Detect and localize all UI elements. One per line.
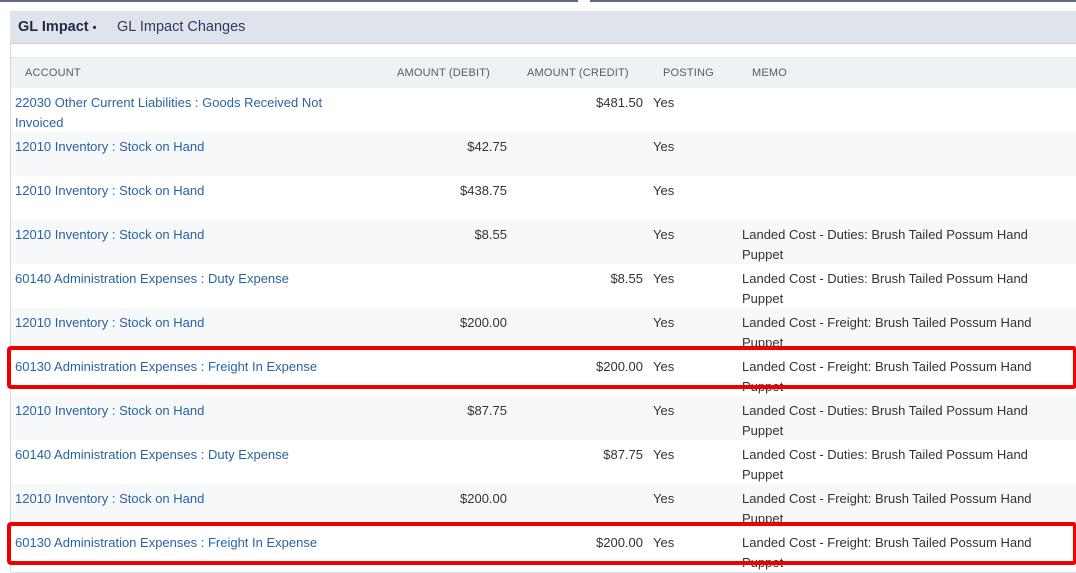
memo-text: Landed Cost - Freight: Brush Tailed Poss… (742, 535, 1032, 570)
table-row: 12010 Inventory : Stock on Hand $200.00 Ye… (11, 308, 1076, 353)
posting-value: Yes (653, 315, 675, 330)
account-link[interactable]: 12010 Inventory : Stock on Hand (15, 225, 355, 245)
memo-text: Landed Cost - Duties: Brush Tailed Possu… (742, 447, 1028, 482)
posting-value: Yes (653, 491, 675, 506)
posting-value: Yes (653, 535, 675, 550)
table-row: 60140 Administration Expenses : Duty Exp… (11, 264, 1076, 309)
posting-value: Yes (653, 447, 675, 462)
top-accent-gap (578, 0, 590, 2)
memo-text: Landed Cost - Duties: Brush Tailed Possu… (742, 271, 1028, 306)
memo-text: Landed Cost - Duties: Brush Tailed Possu… (742, 227, 1028, 262)
posting-value: Yes (653, 359, 675, 374)
column-header-credit[interactable]: AMOUNT (CREDIT) (527, 58, 629, 88)
table-row: 60140 Administration Expenses : Duty Exp… (11, 440, 1076, 485)
debit-amount: $87.75 (467, 403, 507, 418)
posting-value: Yes (653, 183, 675, 198)
account-link[interactable]: 22030 Other Current Liabilities : Goods … (15, 93, 355, 133)
credit-amount: $87.75 (603, 447, 643, 462)
account-link[interactable]: 12010 Inventory : Stock on Hand (15, 489, 355, 509)
table-row: 12010 Inventory : Stock on Hand $8.55 Yes L… (11, 220, 1076, 265)
debit-amount: $8.55 (474, 227, 507, 242)
account-link[interactable]: 60140 Administration Expenses : Duty Exp… (15, 269, 355, 289)
account-link[interactable]: 12010 Inventory : Stock on Hand (15, 137, 355, 157)
account-link[interactable]: 12010 Inventory : Stock on Hand (15, 401, 355, 421)
posting-value: Yes (653, 403, 675, 418)
posting-value: Yes (653, 227, 675, 242)
credit-amount: $8.55 (610, 271, 643, 286)
column-header-memo[interactable]: MEMO (752, 58, 787, 88)
debit-amount: $200.00 (460, 315, 507, 330)
debit-amount: $438.75 (460, 183, 507, 198)
tab-gl-impact[interactable]: GL Impact • (18, 11, 97, 43)
credit-amount: $481.50 (596, 95, 643, 110)
memo-text: Landed Cost - Freight: Brush Tailed Poss… (742, 359, 1032, 394)
tab-gl-impact-changes-label: GL Impact Changes (117, 19, 246, 35)
column-header-posting[interactable]: POSTING (663, 58, 714, 88)
account-link[interactable]: 60130 Administration Expenses : Freight … (15, 533, 355, 553)
account-link[interactable]: 12010 Inventory : Stock on Hand (15, 181, 355, 201)
credit-amount: $200.00 (596, 535, 643, 550)
column-header-account[interactable]: ACCOUNT (25, 58, 81, 88)
memo-text: Landed Cost - Freight: Brush Tailed Poss… (742, 491, 1032, 526)
memo-text: Landed Cost - Freight: Brush Tailed Poss… (742, 315, 1032, 350)
table-row: 12010 Inventory : Stock on Hand $438.75 Ye… (11, 176, 1076, 221)
account-link[interactable]: 12010 Inventory : Stock on Hand (15, 313, 355, 333)
posting-value: Yes (653, 139, 675, 154)
posting-value: Yes (653, 271, 675, 286)
table-row: 12010 Inventory : Stock on Hand $200.00 Ye… (11, 484, 1076, 529)
debit-amount: $42.75 (467, 139, 507, 154)
debit-amount: $200.00 (460, 491, 507, 506)
table-row: 12010 Inventory : Stock on Hand $42.75 Yes (11, 132, 1076, 177)
tab-gl-impact-label: GL Impact (18, 19, 89, 35)
account-link[interactable]: 60140 Administration Expenses : Duty Exp… (15, 445, 355, 465)
account-link[interactable]: 60130 Administration Expenses : Freight … (15, 357, 355, 377)
credit-amount: $200.00 (596, 359, 643, 374)
table-row: 60130 Administration Expenses : Freight … (11, 352, 1076, 397)
active-tab-dot: • (92, 22, 97, 34)
table-row: 60130 Administration Expenses : Freight … (11, 528, 1076, 573)
tab-gl-impact-changes[interactable]: GL Impact Changes (117, 11, 245, 43)
table-row: 22030 Other Current Liabilities : Goods … (11, 88, 1076, 133)
table-row: 12010 Inventory : Stock on Hand $87.75 Yes… (11, 396, 1076, 441)
table-header: ACCOUNT AMOUNT (DEBIT) AMOUNT (CREDIT) P… (11, 57, 1076, 89)
top-accent-bar (0, 0, 1076, 2)
column-header-debit[interactable]: AMOUNT (DEBIT) (397, 58, 490, 88)
memo-text: Landed Cost - Duties: Brush Tailed Possu… (742, 403, 1028, 438)
subtab-bar: GL Impact • GL Impact Changes (10, 11, 1076, 44)
posting-value: Yes (653, 95, 675, 110)
